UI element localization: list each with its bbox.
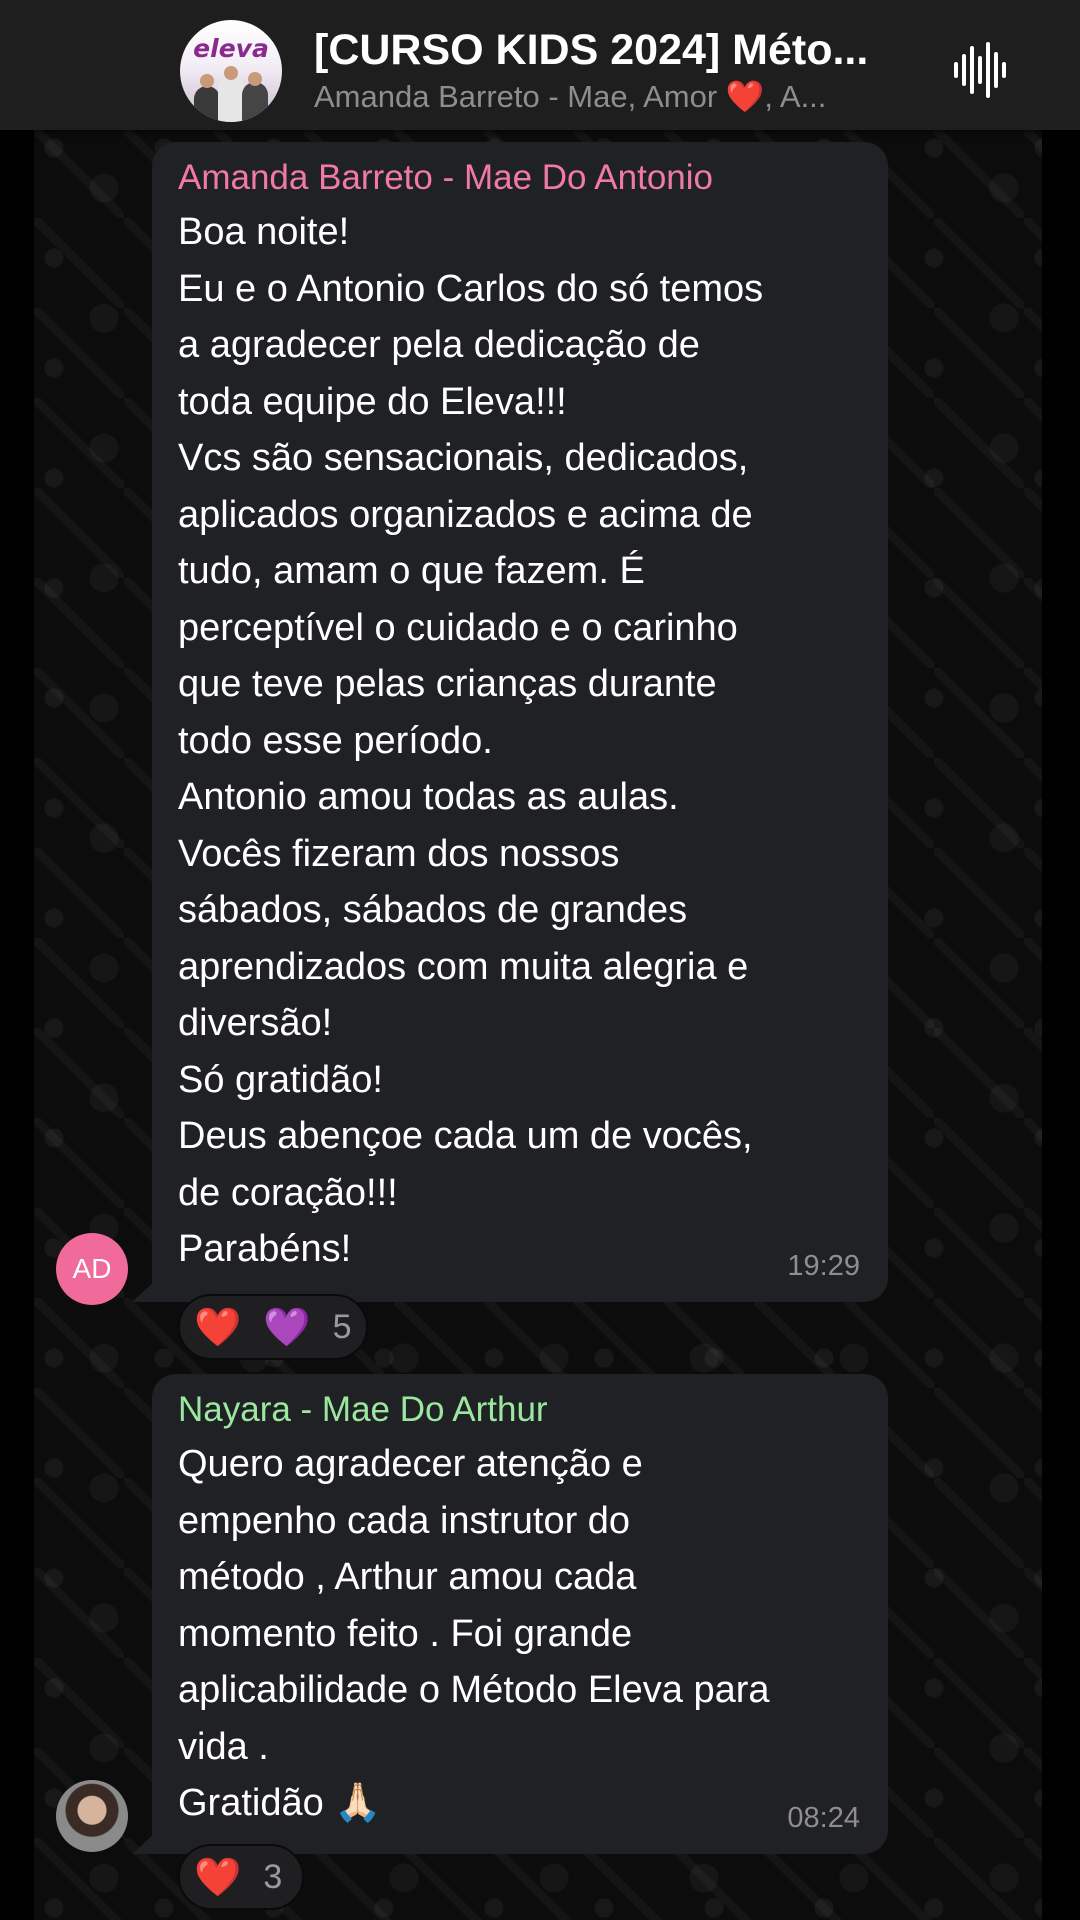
audio-waveform-icon[interactable]: [950, 40, 1010, 100]
message-line: a agradecer pela dedicação de: [178, 324, 700, 366]
message-sender[interactable]: Amanda Barreto - Mae Do Antonio: [178, 158, 713, 198]
sender-avatar[interactable]: AD: [56, 1233, 128, 1305]
purple-heart-reaction-icon: 💜: [263, 1305, 311, 1349]
message-line: todo esse período.: [178, 719, 493, 762]
reaction-count: 3: [263, 1857, 283, 1896]
message-line: Boa noite!: [178, 211, 350, 253]
group-avatar[interactable]: eleva: [180, 20, 282, 122]
message-line: Só gratidão!: [178, 1058, 383, 1101]
message-line: sábados, sábados de grandes: [178, 889, 688, 931]
message-line: vida .: [178, 1725, 269, 1768]
message-line: Vcs são sensacionais, dedicados,: [178, 437, 749, 479]
message-line: empenho cada instrutor do: [178, 1499, 631, 1542]
heart-reaction-icon: ❤️: [194, 1305, 242, 1349]
message-line: Gratidão 🙏🏻: [178, 1782, 382, 1824]
avatar-head-2: [224, 66, 238, 80]
avatar-person-2: [218, 74, 244, 122]
message-sender[interactable]: Nayara - Mae Do Arthur: [178, 1390, 548, 1430]
message-line: método , Arthur amou cada: [178, 1556, 637, 1598]
message-line: aprendizados com muita alegria e: [178, 945, 749, 988]
message-bubble[interactable]: Amanda Barreto - Mae Do Antonio Boa noit…: [152, 142, 888, 1302]
message-line: aplicabilidade o Método Eleva para: [178, 1669, 770, 1711]
message-line: Deus abençoe cada um de vocês,: [178, 1115, 753, 1157]
message-line: momento feito . Foi grande: [178, 1612, 633, 1655]
chat-screen: eleva [CURSO KIDS 2024] Méto... Amanda B…: [0, 0, 1080, 1920]
avatar-head-3: [248, 72, 262, 86]
avatar-person-1: [194, 86, 220, 122]
message-line: aplicados organizados e acima de: [178, 493, 753, 536]
message-line: Eu e o Antonio Carlos do só temos: [178, 267, 764, 310]
message-line: perceptível o cuidado e o carinho: [178, 606, 738, 649]
heart-reaction-icon: ❤️: [194, 1855, 242, 1899]
message-line: que teve pelas crianças durante: [178, 663, 717, 705]
avatar-head-1: [200, 74, 214, 88]
reactions-pill[interactable]: ❤️ 💜 5: [178, 1294, 368, 1360]
reaction-count: 5: [332, 1307, 352, 1346]
message-line: Antonio amou todas as aulas.: [178, 776, 679, 818]
sender-avatar-photo[interactable]: [56, 1780, 128, 1852]
message-line: toda equipe do Eleva!!!: [178, 380, 567, 423]
message-line: Quero agradecer atenção e: [178, 1443, 643, 1485]
message-text: Quero agradecer atenção e empenho cada i…: [178, 1436, 878, 1832]
reactions-pill[interactable]: ❤️ 3: [178, 1844, 304, 1910]
chat-header[interactable]: eleva [CURSO KIDS 2024] Méto... Amanda B…: [0, 0, 1080, 130]
message-text: Boa noite! Eu e o Antonio Carlos do só t…: [178, 204, 878, 1278]
message-time: 08:24: [787, 1802, 860, 1834]
message-bubble[interactable]: Nayara - Mae Do Arthur Quero agradecer a…: [152, 1374, 888, 1854]
message-line: tudo, amam o que fazem. É: [178, 550, 645, 592]
message-line: Parabéns!: [178, 1228, 352, 1270]
message-line: diversão!: [178, 1002, 333, 1044]
message-line: de coração!!!: [178, 1171, 398, 1214]
chat-title[interactable]: [CURSO KIDS 2024] Méto...: [314, 26, 904, 75]
chat-subtitle[interactable]: Amanda Barreto - Mae, Amor ❤️, A...: [314, 78, 904, 115]
avatar-person-3: [242, 82, 268, 122]
eleva-logo: eleva: [193, 34, 269, 63]
message-line: Vocês fizeram dos nossos: [178, 832, 620, 875]
message-time: 19:29: [787, 1250, 860, 1282]
